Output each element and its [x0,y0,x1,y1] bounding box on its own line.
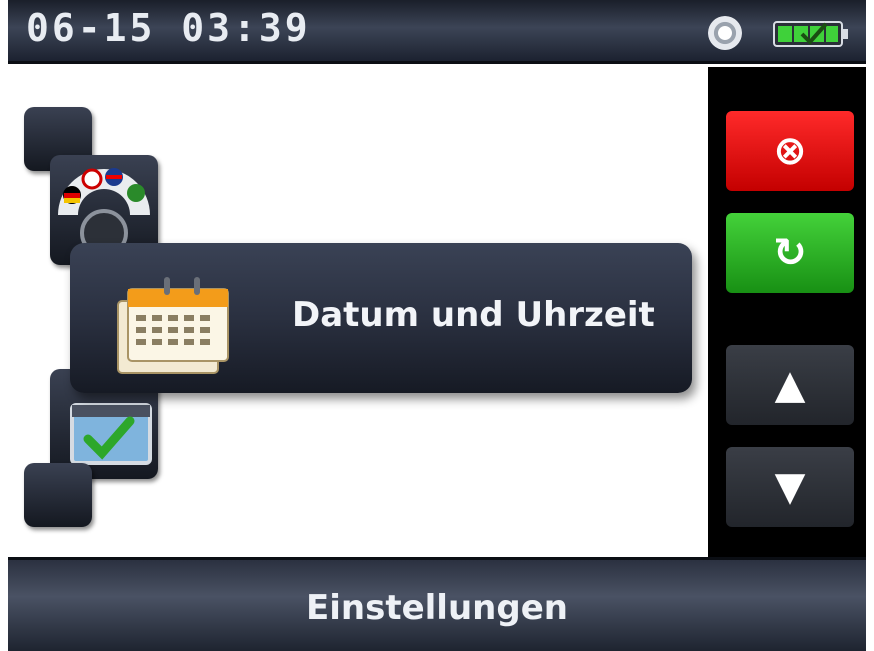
arrow-down-icon: ▼ [774,464,806,510]
refresh-button[interactable]: ↻ [726,213,854,293]
refresh-icon: ↻ [773,230,807,276]
calendar-icon [117,277,229,374]
gps-icon [708,16,742,50]
arrow-up-icon: ▲ [774,362,806,408]
menu-area: Datum und Uhrzeit [8,67,708,557]
menu-item-blank-bottom[interactable] [24,463,92,527]
scroll-up-button[interactable]: ▲ [726,345,854,425]
status-bar: 06-15 03:39 [8,0,866,64]
footer-bar: Einstellungen [8,557,866,651]
cancel-icon: ⊗ [773,128,807,174]
screen-title: Einstellungen [306,588,568,628]
cancel-button[interactable]: ⊗ [726,111,854,191]
control-column: ⊗ ↻ ▲ ▼ [708,67,866,557]
menu-item-label: Datum und Uhrzeit [292,295,655,335]
menu-item-date-time[interactable]: Datum und Uhrzeit [70,243,692,393]
battery-charging-icon [773,21,848,47]
scroll-down-button[interactable]: ▼ [726,447,854,527]
clock-display: 06-15 03:39 [26,6,311,50]
